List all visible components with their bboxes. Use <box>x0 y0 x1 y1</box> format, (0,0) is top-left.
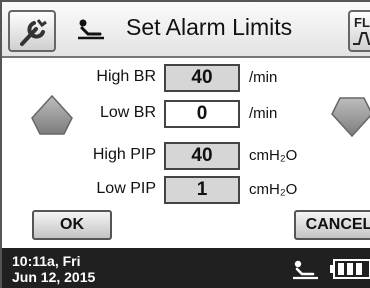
alarm-value-field[interactable]: 40 <box>164 64 240 92</box>
alarm-label: High PIP <box>92 146 156 163</box>
alarm-limits-panel: High BR 40 /min Low BR 0 /min High PIP 4… <box>2 60 370 248</box>
flow-button-label: FL <box>354 15 370 30</box>
date-text: Jun 12, 2015 <box>12 269 96 285</box>
ventilator-screen: Set Alarm Limits FL High BR 40 /min Low … <box>0 0 370 288</box>
date-time: 10:11a, Fri Jun 12, 2015 <box>12 253 95 285</box>
ok-button[interactable]: OK <box>32 210 112 240</box>
page-title: Set Alarm Limits <box>126 14 293 40</box>
tools-button[interactable] <box>8 10 56 52</box>
alarm-row-high-pip: High PIP 40 cmH₂O <box>2 142 370 170</box>
alarm-value-field[interactable]: 40 <box>164 142 240 170</box>
header-bar: Set Alarm Limits FL <box>2 2 370 58</box>
alarm-unit: cmH₂O <box>249 181 298 198</box>
alarm-row-high-br: High BR 40 /min <box>2 64 370 92</box>
patient-bed-icon <box>293 260 318 280</box>
cancel-button[interactable]: CANCEL <box>294 210 370 240</box>
patient-bed-icon <box>78 19 104 40</box>
alarm-unit: /min <box>249 69 278 86</box>
alarm-label: Low PIP <box>96 180 156 197</box>
alarm-value-field-selected[interactable]: 0 <box>164 100 240 128</box>
alarm-value-field[interactable]: 1 <box>164 176 240 204</box>
alarm-unit: /min <box>249 105 278 122</box>
status-bar: 10:11a, Fri Jun 12, 2015 <box>2 248 370 288</box>
flow-waveform-icon <box>353 32 370 45</box>
battery-icon <box>330 259 370 279</box>
alarm-row-low-pip: Low PIP 1 cmH₂O <box>2 176 370 204</box>
alarm-row-low-br: Low BR 0 /min <box>2 100 370 128</box>
alarm-label: Low BR <box>99 104 156 121</box>
alarm-label: High BR <box>96 68 156 85</box>
time-text: 10:11a, Fri <box>12 253 81 269</box>
flow-button[interactable]: FL <box>348 10 370 52</box>
alarm-unit: cmH₂O <box>249 147 298 164</box>
wrench-icon <box>20 19 47 46</box>
